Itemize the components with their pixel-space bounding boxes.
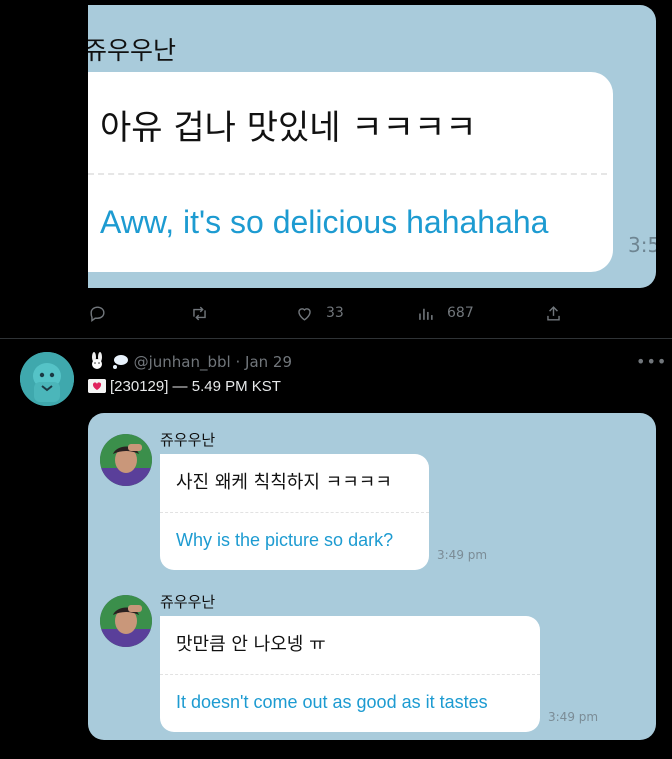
tweet-divider [0,338,672,339]
message-bubble: 사진 왜케 칙칙하지 ㅋㅋㅋㅋ Why is the picture so da… [160,454,429,570]
image-timestamp: 3:5 [628,233,656,257]
author-handle[interactable]: @junhan_bbl [134,353,231,371]
tweet1-image[interactable]: 쥬우우난 아유 겁나 맛있네 ㅋㅋㅋㅋ Aww, it's so delicio… [88,5,656,288]
love-letter-emoji-icon [88,379,106,393]
message-timestamp: 3:49 pm [548,710,599,724]
retweet-button[interactable] [190,300,209,326]
tweet2-header: @junhan_bbl · Jan 29 [88,352,292,371]
views-icon [419,308,433,320]
message-bubble: 맛만큼 안 나오넹 ㅠ It doesn't come out as good … [160,616,540,732]
like-button[interactable]: 33 [295,300,344,326]
message-timestamp: 3:49 pm [437,548,488,562]
image-chat-bubble: 아유 겁나 맛있네 ㅋㅋㅋㅋ Aww, it's so delicious ha… [88,72,613,272]
like-icon [298,307,311,321]
message-sender-name: 쥬우우난 [160,593,216,611]
message-korean-text: 사진 왜케 칙칙하지 ㅋㅋㅋㅋ [176,472,392,493]
profile-avatar[interactable] [20,352,74,406]
bubble-divider [88,173,607,175]
bubble-divider [160,512,429,513]
view-count: 687 [447,305,474,321]
retweet-icon [193,306,206,320]
tweet-date[interactable]: Jan 29 [245,353,292,371]
header-separator: · [235,353,241,371]
reply-icon [90,305,105,322]
more-icon[interactable]: ••• [636,352,667,371]
image-korean-text: 아유 겁나 맛있네 ㅋㅋㅋㅋ [100,108,477,148]
message-sender-name: 쥬우우난 [160,431,216,449]
message-avatar [100,434,152,486]
reply-button[interactable] [88,300,107,326]
tweet2-image[interactable]: 쥬우우난 사진 왜케 칙칙하지 ㅋㅋㅋㅋ Why is the picture … [88,413,656,740]
message-english-text: It doesn't come out as good as it tastes [176,692,488,712]
message-avatar [100,595,152,647]
image-sender-name: 쥬우우난 [88,36,177,65]
share-icon [547,305,560,321]
like-count: 33 [326,305,344,321]
share-button[interactable] [544,300,563,326]
tweet-text: [230129] — 5.49 PM KST [110,378,281,395]
message-korean-text: 맛만큼 안 나오넹 ㅠ [176,634,326,655]
tweet2-text-line: [230129] — 5.49 PM KST [88,378,281,395]
thought-bubble-emoji-icon [111,352,129,370]
bunny-emoji-icon [88,352,106,370]
tweet1-action-bar: 33 687 [88,300,568,326]
image-english-text: Aww, it's so delicious hahahaha [100,204,549,240]
message-english-text: Why is the picture so dark? [176,530,394,550]
views-button[interactable]: 687 [416,300,474,326]
bubble-divider [160,674,540,675]
